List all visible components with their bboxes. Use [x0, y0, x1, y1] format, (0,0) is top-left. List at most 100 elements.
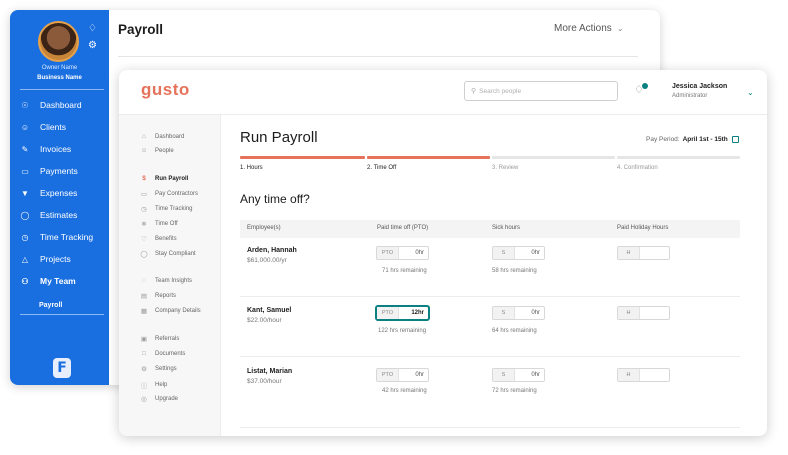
run-payroll-title: Run Payroll — [240, 129, 318, 146]
referrals-icon: ▣ — [140, 336, 148, 343]
row-divider — [240, 296, 740, 297]
clock-icon: ◷ — [21, 232, 29, 242]
nav-item-time-off[interactable]: ❄ Time Off — [140, 220, 177, 228]
chevron-down-icon: ⌄ — [616, 24, 624, 33]
nav-item-upgrade[interactable]: ◎ Upgrade — [140, 395, 178, 403]
back-sidebar: ♢ ⚙ Owner Name Business Name ☉ Dashboard … — [10, 10, 109, 385]
pay-period[interactable]: Pay Period: April 1st - 15th — [646, 136, 739, 143]
pto-hours-input[interactable]: PTO 0hr — [376, 246, 429, 260]
search-icon: ⚲ — [471, 88, 477, 95]
divider — [118, 56, 638, 57]
column-header-holiday: Paid Holiday Hours — [617, 225, 669, 231]
settings-icon: ⚙ — [141, 366, 147, 373]
contractors-icon: ▭ — [140, 191, 148, 198]
nav-item-dashboard[interactable]: ⌂ Dashboard — [140, 133, 184, 140]
row-divider — [240, 427, 740, 428]
nav-item-stay-compliant[interactable]: ◯ Stay Compliant — [140, 250, 195, 258]
pto-remaining: 42 hrs remaining — [382, 388, 427, 394]
pto-remaining: 122 hrs remaining — [378, 328, 427, 334]
sick-remaining: 72 hrs remaining — [492, 388, 537, 394]
nav-item-time-tracking[interactable]: ◷ Time Tracking — [140, 205, 192, 213]
owner-avatar[interactable] — [38, 21, 79, 62]
step-label-hours[interactable]: 1. Hours — [240, 165, 263, 171]
sidebar-subitem-payroll[interactable]: Payroll — [39, 302, 62, 309]
employee-name: Arden, Hannah — [247, 247, 297, 254]
clock-icon: ◷ — [141, 206, 147, 213]
employee-rate: $22.00/hour — [247, 317, 282, 324]
holiday-hours-input[interactable]: H — [617, 368, 670, 382]
sick-remaining: 58 hrs remaining — [492, 268, 537, 274]
nav-item-documents[interactable]: □ Documents — [140, 350, 185, 357]
payments-icon: ▭ — [21, 166, 29, 176]
heart-icon: ♡ — [141, 236, 147, 243]
sick-hours-input[interactable]: S 0hr — [492, 246, 545, 260]
upgrade-icon: ◎ — [141, 396, 147, 403]
sidebar-item-time-tracking[interactable]: ◷ Time Tracking — [19, 232, 94, 242]
sidebar-item-invoices[interactable]: ✎ Invoices — [19, 144, 72, 154]
clients-icon: ☺ — [20, 122, 30, 132]
reports-icon: ▤ — [140, 293, 148, 300]
sick-hours-input[interactable]: S 0hr — [492, 368, 545, 382]
pto-remaining: 71 hrs remaining — [382, 268, 427, 274]
people-icon: ☺ — [140, 147, 148, 154]
estimates-icon: ◯ — [20, 210, 30, 220]
page-title: Payroll — [118, 22, 164, 37]
documents-icon: □ — [142, 350, 146, 357]
section-title: Any time off? — [240, 192, 310, 206]
dollar-icon: $ — [142, 175, 146, 182]
nav-item-pay-contractors[interactable]: ▭ Pay Contractors — [140, 190, 198, 198]
sidebar-item-dashboard[interactable]: ☉ Dashboard — [19, 100, 81, 110]
expenses-icon: ▼ — [21, 188, 29, 198]
holiday-hours-input[interactable]: H — [617, 246, 670, 260]
sidebar-item-expenses[interactable]: ▼ Expenses — [19, 188, 77, 198]
column-header-pto: Paid time off (PTO) — [377, 225, 429, 231]
pto-hours-input[interactable]: PTO 0hr — [376, 368, 429, 382]
progress-step-hours — [240, 156, 365, 159]
employee-rate: $37.00/hour — [247, 378, 282, 385]
bell-icon[interactable]: ♢ — [88, 20, 97, 37]
notification-badge — [642, 83, 648, 89]
nav-item-benefits[interactable]: ♡ Benefits — [140, 235, 177, 243]
step-label-time-off[interactable]: 2. Time Off — [367, 165, 396, 171]
user-role: Administrator — [672, 93, 708, 99]
owner-name: Owner Name — [41, 65, 78, 71]
sidebar-item-clients[interactable]: ☺ Clients — [19, 122, 66, 132]
nav-item-help[interactable]: ⓘ Help — [140, 380, 168, 390]
calendar-icon — [731, 136, 739, 143]
column-header-employees: Employee(s) — [247, 225, 281, 231]
nav-item-company-details[interactable]: ▦ Company Details — [140, 307, 201, 315]
insights-icon: ◌ — [142, 277, 146, 284]
user-name[interactable]: Jessica Jackson — [672, 83, 727, 90]
nav-item-settings[interactable]: ⚙ Settings — [140, 365, 177, 373]
nav-item-people[interactable]: ☺ People — [140, 147, 174, 154]
sidebar-item-projects[interactable]: △ Projects — [19, 254, 71, 264]
dashboard-icon: ☉ — [21, 100, 29, 110]
sidebar-item-my-team[interactable]: ⚇ My Team — [19, 276, 75, 286]
holiday-hours-input[interactable]: H — [617, 306, 670, 320]
sidebar-divider — [20, 89, 104, 90]
search-input[interactable]: ⚲ Search people — [464, 81, 618, 101]
employee-name: Kant, Samuel — [247, 307, 292, 314]
user-menu-chevron-icon[interactable]: ⌄ — [747, 88, 754, 97]
gusto-app-window: gusto ⚲ Search people ♢ Jessica Jackson … — [119, 70, 767, 436]
nav-item-referrals[interactable]: ▣ Referrals — [140, 335, 179, 343]
help-icon: ⓘ — [140, 383, 148, 390]
row-divider — [240, 356, 740, 357]
projects-icon: △ — [21, 254, 29, 264]
nav-item-reports[interactable]: ▤ Reports — [140, 292, 176, 300]
gusto-logo[interactable]: gusto — [141, 80, 190, 100]
left-nav: ⌂ Dashboard ☺ People $ Run Payroll ▭ Pay Con… — [119, 115, 221, 436]
more-actions-button[interactable]: More Actions ⌄ — [554, 23, 624, 34]
gear-icon[interactable]: ⚙ — [88, 37, 97, 54]
employee-rate: $61,000.00/yr — [247, 257, 287, 264]
step-label-review: 3. Review — [492, 165, 519, 171]
sick-hours-input[interactable]: S 0hr — [492, 306, 545, 320]
sidebar-divider — [20, 314, 104, 315]
home-icon: ⌂ — [142, 133, 146, 140]
nav-item-team-insights[interactable]: ◌ Team Insights — [140, 277, 192, 284]
sidebar-item-payments[interactable]: ▭ Payments — [19, 166, 78, 176]
pto-hours-input[interactable]: PTO 12hr — [376, 306, 429, 320]
sidebar-item-estimates[interactable]: ◯ Estimates — [19, 210, 78, 220]
team-icon: ⚇ — [21, 276, 29, 286]
nav-item-run-payroll[interactable]: $ Run Payroll — [140, 175, 188, 182]
